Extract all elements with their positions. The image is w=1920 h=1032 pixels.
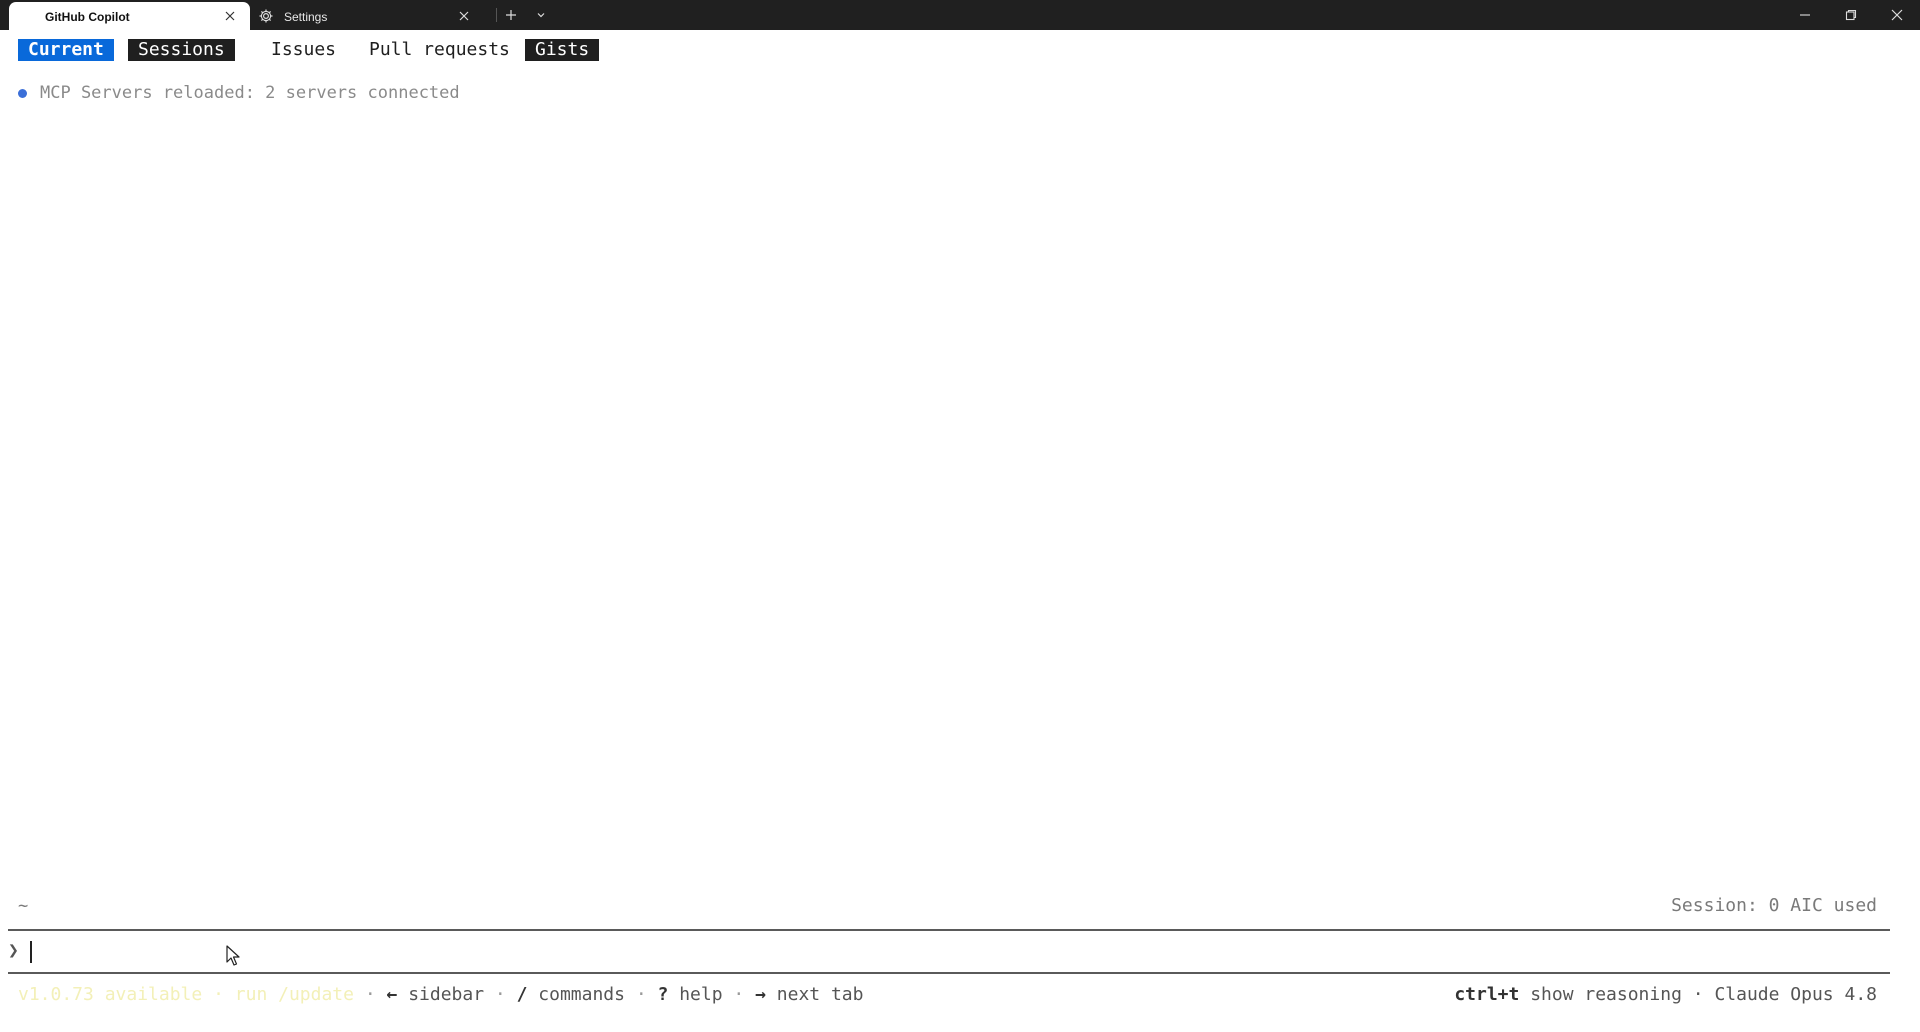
separator: · — [364, 984, 376, 1005]
status-message: MCP Servers reloaded: 2 servers connecte… — [18, 83, 460, 103]
tab-settings[interactable]: Settings — [252, 2, 484, 32]
separator: · — [733, 984, 745, 1005]
footer-right: ctrl+t show reasoning · Claude Opus 4.8 — [1454, 984, 1877, 1005]
session-usage: Session: 0 AIC used — [1671, 895, 1877, 916]
tab-divider — [496, 8, 497, 22]
tab-pull-requests[interactable]: Pull requests — [359, 39, 520, 61]
restore-icon[interactable] — [1828, 0, 1874, 30]
tab-current[interactable]: Current — [18, 39, 114, 61]
show-reasoning-hint[interactable]: show reasoning — [1530, 984, 1682, 1005]
chevron-down-icon[interactable] — [530, 4, 552, 26]
update-available: v1.0.73 available — [18, 984, 203, 1005]
text-caret — [30, 941, 32, 963]
commands-key: / — [516, 984, 528, 1005]
plus-icon[interactable] — [500, 4, 522, 26]
update-command[interactable]: run /update — [235, 984, 354, 1005]
divider — [8, 929, 1890, 931]
next-tab-key: → — [755, 984, 766, 1005]
close-icon[interactable] — [222, 8, 238, 24]
tab-sessions[interactable]: Sessions — [128, 39, 235, 61]
tab-gists[interactable]: Gists — [525, 39, 600, 61]
help-key: ? — [657, 984, 669, 1005]
sidebar-hint[interactable]: sidebar — [408, 984, 484, 1005]
next-tab-hint[interactable]: next tab — [777, 984, 864, 1005]
status-text: MCP Servers reloaded: 2 servers connecte… — [40, 83, 460, 103]
divider — [8, 972, 1890, 974]
separator: · — [635, 984, 647, 1005]
tab-label: GitHub Copilot — [45, 10, 130, 24]
reasoning-key: ctrl+t — [1454, 984, 1520, 1005]
gear-icon — [258, 8, 274, 24]
prompt-input[interactable] — [28, 938, 1878, 966]
minimize-icon[interactable] — [1782, 0, 1828, 30]
tab-github-copilot[interactable]: GitHub Copilot — [9, 2, 250, 32]
separator: · — [1692, 984, 1704, 1005]
prompt-chevron-icon: ❯ — [8, 940, 19, 961]
status-dot-icon — [18, 88, 27, 98]
separator: · — [213, 984, 224, 1005]
commands-hint[interactable]: commands — [538, 984, 625, 1005]
tab-issues[interactable]: Issues — [261, 39, 346, 61]
current-directory: ~ — [18, 896, 29, 916]
sidebar-key: ← — [386, 984, 398, 1005]
close-window-icon[interactable] — [1874, 0, 1920, 30]
model-name[interactable]: Claude Opus 4.8 — [1714, 984, 1877, 1005]
footer-hints: v1.0.73 available · run /update · ← side… — [18, 984, 863, 1005]
close-icon[interactable] — [456, 8, 472, 24]
help-hint[interactable]: help — [679, 984, 722, 1005]
window-titlebar: GitHub Copilot Settings — [0, 0, 1920, 32]
mouse-pointer-icon — [226, 945, 240, 966]
tab-label: Settings — [284, 10, 328, 24]
separator: · — [494, 984, 506, 1005]
